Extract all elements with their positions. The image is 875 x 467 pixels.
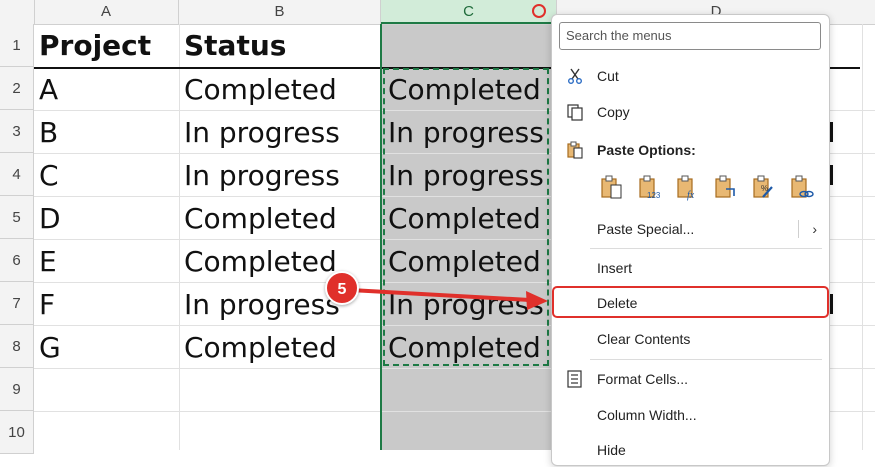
- annotation-arrow: [349, 288, 548, 310]
- step-badge: 5: [325, 271, 359, 305]
